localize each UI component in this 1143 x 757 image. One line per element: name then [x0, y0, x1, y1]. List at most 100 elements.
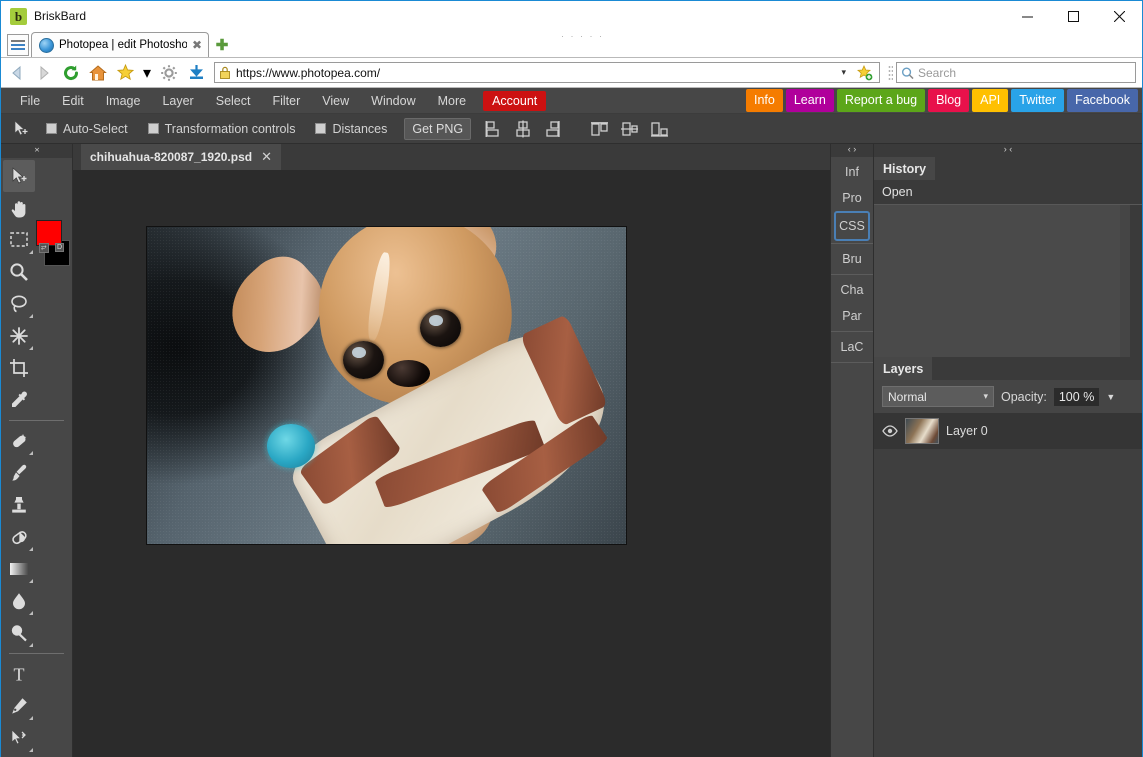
menu-filter[interactable]: Filter — [261, 88, 311, 114]
link-report-a-bug[interactable]: Report a bug — [836, 89, 926, 112]
download-icon[interactable] — [184, 61, 208, 85]
menu-window[interactable]: Window — [360, 88, 426, 114]
tool-hand[interactable] — [3, 192, 35, 224]
link-blog[interactable]: Blog — [928, 89, 970, 112]
dock-tab-bru[interactable]: Bru — [831, 246, 873, 272]
tool-eyedropper[interactable] — [3, 384, 35, 416]
photopea-body: ›‹ T ⥂ D chihuahua-820087_1920.psd ✕ ‹ ›… — [1, 144, 1142, 757]
gear-icon[interactable] — [157, 61, 181, 85]
tool-rectangular-marquee[interactable] — [3, 224, 35, 256]
opacity-dropdown-icon[interactable]: ▼ — [1106, 392, 1115, 402]
dock-tab-lac[interactable]: LaC — [831, 334, 873, 360]
tool-spot-healing-brush[interactable] — [3, 425, 35, 457]
align-right-edges-icon[interactable] — [539, 117, 567, 141]
align-vertical-centers-icon[interactable] — [615, 117, 643, 141]
canvas-container: chihuahua-820087_1920.psd ✕ — [73, 144, 830, 757]
tool-magic-wand[interactable] — [3, 320, 35, 352]
menu-file[interactable]: File — [9, 88, 51, 114]
tab-layers[interactable]: Layers — [874, 357, 933, 380]
dock-group-3: Cha Par — [831, 275, 873, 332]
panels-collapse-handle[interactable]: › ‹ — [874, 144, 1142, 157]
distances-checkbox[interactable]: Distances — [306, 122, 396, 136]
blend-mode-select[interactable]: Normal ▾ — [882, 386, 994, 407]
link-info[interactable]: Info — [745, 89, 783, 112]
align-top-edges-icon[interactable] — [585, 117, 613, 141]
forward-icon[interactable] — [32, 61, 56, 85]
tool-dodge[interactable] — [3, 617, 35, 649]
tool-path-selection[interactable] — [3, 722, 35, 754]
tool-eraser[interactable] — [3, 521, 35, 553]
menu-image[interactable]: Image — [95, 88, 152, 114]
menu-more[interactable]: More — [427, 88, 477, 114]
tool-brush[interactable] — [3, 457, 35, 489]
maximize-button[interactable] — [1050, 1, 1096, 31]
tools-collapse-handle[interactable]: ›‹ — [1, 144, 72, 158]
menu-edit[interactable]: Edit — [51, 88, 95, 114]
star-plus-icon[interactable] — [855, 64, 875, 81]
layer-row[interactable]: Layer 0 — [874, 413, 1142, 449]
back-icon[interactable] — [5, 61, 29, 85]
dock-tab-par[interactable]: Par — [831, 303, 873, 329]
align-bottom-edges-icon[interactable] — [645, 117, 673, 141]
photopea-options-bar: Auto-Select Transformation controls Dist… — [1, 114, 1142, 144]
tool-gradient[interactable] — [3, 553, 35, 585]
browser-tab-title: Photopea | edit Photoshop — [59, 39, 187, 51]
color-swatches[interactable]: ⥂ D — [36, 220, 70, 268]
tool-type[interactable]: T — [3, 658, 35, 690]
menu-select[interactable]: Select — [205, 88, 262, 114]
url-dropdown-icon[interactable]: ▾ — [837, 67, 850, 78]
document-image[interactable] — [146, 226, 627, 545]
default-colors-button[interactable]: D — [55, 243, 65, 252]
menu-view[interactable]: View — [311, 88, 360, 114]
tool-lasso[interactable] — [3, 288, 35, 320]
get-png-button[interactable]: Get PNG — [404, 117, 472, 140]
browser-tab[interactable]: Photopea | edit Photoshop ✖ — [31, 32, 210, 57]
swap-colors-button[interactable]: ⥂ — [39, 243, 49, 253]
align-horizontal-centers-icon[interactable] — [509, 117, 537, 141]
menu-layer[interactable]: Layer — [151, 88, 204, 114]
tool-zoom[interactable] — [3, 256, 35, 288]
history-item-open[interactable]: Open — [874, 180, 1142, 205]
tool-pen[interactable] — [3, 690, 35, 722]
link-facebook[interactable]: Facebook — [1067, 89, 1138, 112]
account-button[interactable]: Account — [483, 90, 547, 111]
layer-visibility-eye-icon[interactable] — [881, 425, 898, 437]
bookmark-star-icon[interactable] — [113, 61, 137, 85]
transformation-controls-checkbox[interactable]: Transformation controls — [139, 122, 305, 136]
reload-icon[interactable] — [59, 61, 83, 85]
tab-close-icon[interactable]: ✖ — [192, 38, 202, 52]
bookmark-dropdown-icon[interactable]: ▾ — [140, 61, 154, 85]
opacity-value[interactable]: 100 % — [1053, 387, 1100, 406]
link-twitter[interactable]: Twitter — [1011, 89, 1065, 112]
search-input[interactable] — [917, 65, 1131, 80]
tool-blur[interactable] — [3, 585, 35, 617]
url-bar[interactable]: https://www.photopea.com/ ▾ — [214, 62, 880, 83]
dock-tab-cha[interactable]: Cha — [831, 277, 873, 303]
history-scrollbar[interactable] — [1130, 205, 1142, 357]
link-learn[interactable]: Learn — [785, 89, 834, 112]
document-tab[interactable]: chihuahua-820087_1920.psd ✕ — [81, 144, 281, 170]
dock-tab-css[interactable]: CSS — [834, 211, 870, 241]
auto-select-checkbox[interactable]: Auto-Select — [37, 122, 137, 136]
new-tab-button[interactable]: ✚ — [211, 34, 233, 56]
tab-history[interactable]: History — [874, 157, 936, 180]
slipper-blue-pom — [266, 423, 315, 468]
document-tab-close-icon[interactable]: ✕ — [261, 149, 272, 165]
dock-collapse-handle[interactable]: ‹ › — [831, 144, 873, 157]
dock-tab-pro[interactable]: Pro — [831, 185, 873, 211]
tool-move[interactable] — [3, 160, 35, 192]
minimize-button[interactable] — [1004, 1, 1050, 31]
link-api[interactable]: API — [972, 89, 1009, 112]
search-bar[interactable] — [896, 62, 1136, 83]
canvas-area[interactable] — [73, 170, 830, 757]
align-left-edges-icon[interactable] — [479, 117, 507, 141]
move-tool-icon[interactable] — [7, 117, 35, 141]
tool-clone-stamp[interactable] — [3, 489, 35, 521]
toolbar-grip[interactable] — [888, 65, 893, 80]
tool-crop[interactable] — [3, 352, 35, 384]
home-icon[interactable] — [86, 61, 110, 85]
tool-submenu-indicator — [29, 611, 33, 615]
dock-tab-inf[interactable]: Inf — [831, 159, 873, 185]
close-button[interactable] — [1096, 1, 1142, 31]
sidepanel-toggle-icon[interactable] — [7, 34, 29, 56]
